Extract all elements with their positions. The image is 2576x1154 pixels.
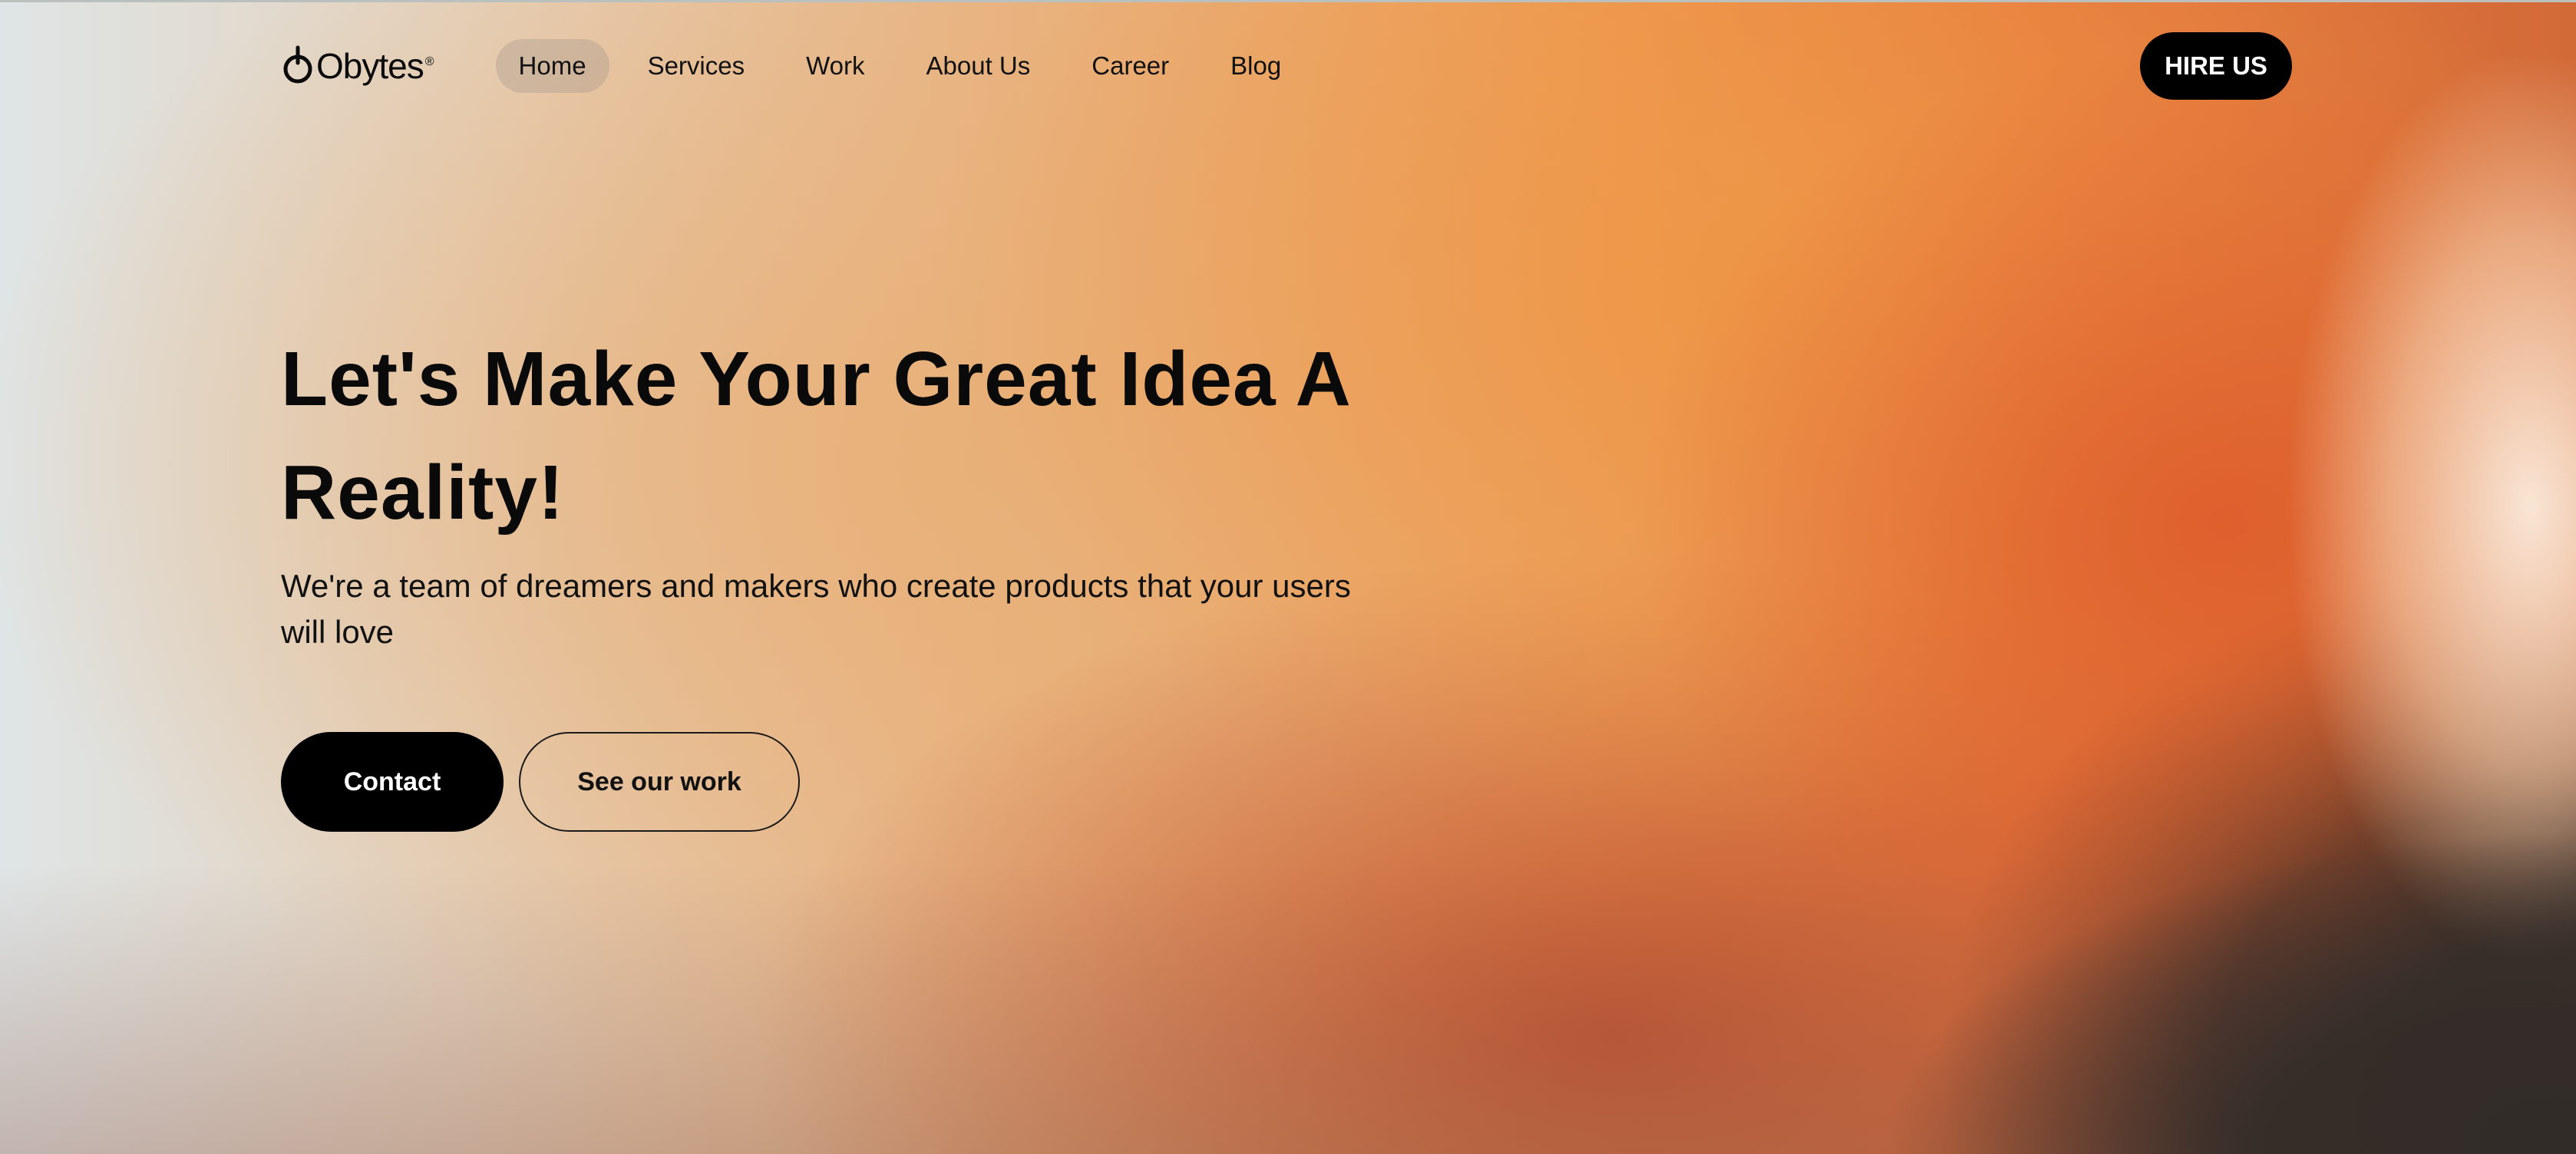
nav-item-work[interactable]: Work [783,39,887,93]
site-header: Obytes ® Home Services Work About Us Car… [281,31,2292,101]
brand-name: Obytes [316,46,424,86]
hire-us-button[interactable]: HIRE US [2140,32,2292,100]
nav-item-services[interactable]: Services [625,39,768,93]
hero-subtitle: We're a team of dreamers and makers who … [281,568,1351,650]
nav-item-career[interactable]: Career [1068,39,1192,93]
hero-title: Let's Make Your Great Idea A Reality! [281,322,1432,549]
hero-title-line-2: Reality! [281,450,565,536]
background-light-ray [2284,46,2576,967]
obytes-power-icon [283,45,312,84]
brand-registered-mark: ® [424,55,434,68]
main-nav: Home Services Work About Us Career Blog [495,31,1320,101]
nav-item-about-us[interactable]: About Us [903,39,1054,93]
nav-item-blog[interactable]: Blog [1207,39,1304,93]
hero-section: Let's Make Your Great Idea A Reality! We… [281,322,1432,832]
top-border [0,0,2576,2]
see-our-work-button[interactable]: See our work [519,732,800,832]
hero-actions: Contact See our work [281,732,1432,832]
hero-title-line-1: Let's Make Your Great Idea A [281,336,1352,422]
contact-button[interactable]: Contact [281,732,504,832]
brand-logo[interactable]: Obytes ® [281,31,434,101]
nav-item-home[interactable]: Home [495,39,609,93]
background-dark-corner [1808,832,2576,1154]
